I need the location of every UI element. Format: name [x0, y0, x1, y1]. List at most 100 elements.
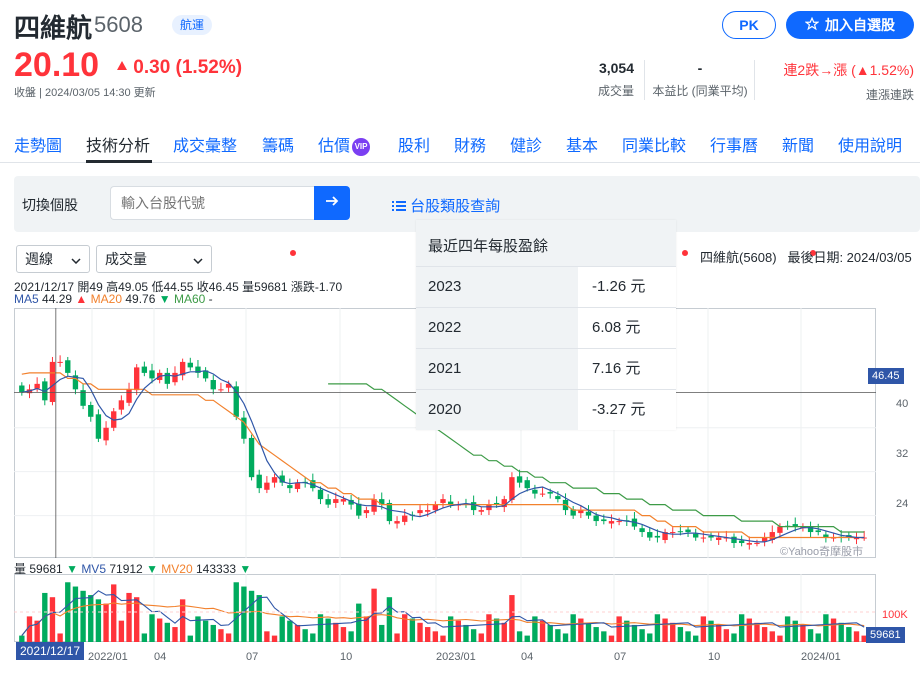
stock-search-input[interactable] [110, 186, 314, 220]
candle-body [88, 404, 94, 417]
add-watchlist-button[interactable]: 加入自選股 [786, 11, 914, 39]
pe-label: 本益比 (同業平均) [652, 84, 748, 98]
volume-bar [585, 622, 592, 642]
candle-body [601, 519, 607, 522]
watermark: ©Yahoo奇摩股市 [780, 546, 864, 558]
candle-body [547, 491, 553, 494]
triangle-down-icon: ▼ [158, 292, 171, 306]
volume-bar [432, 631, 439, 642]
volume-bar [287, 620, 293, 642]
ma-legend: MA5 44.29 ▲ MA20 49.76 ▼ MA60 - [14, 292, 213, 306]
volume-bar [156, 618, 163, 642]
indicator-select[interactable]: 成交量 [96, 245, 212, 273]
candle-body [248, 437, 255, 478]
tab-trades[interactable]: 成交彙整 [173, 132, 237, 156]
chart-meta: 四維航(5608) 最後日期: 2024/03/05 [700, 247, 912, 266]
volume-bar [838, 622, 844, 642]
candle-body [516, 476, 523, 483]
tab-technical[interactable]: 技術分析 [86, 132, 150, 156]
volume-bar [95, 599, 102, 642]
ma20-label: MA20 [90, 292, 122, 306]
tab-financial[interactable]: 財務 [454, 132, 486, 156]
candle-body [187, 362, 193, 368]
streak-value: 連2跌→漲 (▲1.52%) [783, 62, 914, 78]
volume-bar [218, 629, 224, 642]
tab-help[interactable]: 使用說明 [838, 132, 902, 156]
volume-bar [440, 635, 446, 642]
candle-body [317, 489, 324, 500]
volume-bar [693, 635, 699, 642]
volume-bar [202, 620, 209, 642]
eps-table: 最近四年每股盈餘 2023 -1.26 元 2022 6.08 元 2021 7… [416, 220, 676, 430]
eps-year: 2020 [416, 390, 578, 430]
volume-bar [662, 618, 668, 642]
x-tick-label: 10 [340, 651, 353, 663]
category-search-link[interactable]: 台股類股查詢 [392, 195, 500, 216]
tab-peers[interactable]: 同業比較 [622, 132, 686, 156]
volume-bar [539, 620, 546, 642]
candle-body [478, 510, 484, 512]
volume-bar [616, 616, 622, 642]
candle-body [134, 367, 140, 391]
table-row: 2021 7.16 元 [416, 348, 676, 389]
volume-bar [317, 614, 324, 642]
candle-body [685, 529, 691, 533]
volume-bar [425, 627, 431, 642]
pk-label: PK [739, 17, 759, 33]
tab-health[interactable]: 健診 [510, 132, 542, 156]
search-label: 切換個股 [22, 197, 78, 213]
volume-bar [210, 624, 216, 642]
tab-chips[interactable]: 籌碼 [262, 132, 294, 156]
volume-bar [42, 592, 48, 642]
volume-bar [807, 629, 814, 642]
candle-body [432, 504, 439, 511]
eps-year: 2023 [416, 267, 578, 307]
candle-body [141, 366, 148, 373]
volume-bar [88, 595, 94, 642]
ma60-value: - [208, 292, 213, 306]
volume-bar [455, 620, 461, 642]
volume-bar [555, 629, 561, 642]
x-tick-label: 10 [708, 651, 721, 663]
volume-bar [677, 627, 684, 642]
y-tick-label: 24 [896, 498, 909, 510]
tab-valuation[interactable]: 估價 VIP [318, 132, 371, 156]
ma20-value: 49.76 [125, 292, 156, 306]
volume-bar [409, 618, 416, 642]
candle-body [333, 499, 339, 503]
volume-bar [761, 627, 768, 642]
volume-bar [111, 584, 117, 642]
x-tick-label: 2022/01 [88, 651, 128, 663]
tab-dividend[interactable]: 股利 [398, 132, 430, 156]
volume-bar [294, 624, 301, 642]
table-row: 2020 -3.27 元 [416, 389, 676, 430]
search-submit-button[interactable] [314, 186, 350, 220]
tab-news[interactable]: 新聞 [782, 132, 814, 156]
volume-bar [784, 616, 791, 642]
chart-stock-label: 四維航(5608) [700, 250, 777, 265]
tab-calendar[interactable]: 行事曆 [710, 132, 758, 156]
candle-body [593, 515, 599, 522]
volume-bar [685, 631, 691, 642]
volume-bar [478, 633, 484, 642]
y-tick-label: 32 [896, 448, 909, 460]
tab-trend[interactable]: 走勢圖 [14, 132, 62, 156]
volume-label: 成交量 [597, 84, 634, 98]
candle-body [264, 482, 270, 490]
candle-body [777, 526, 783, 533]
tab-basic[interactable]: 基本 [566, 132, 598, 156]
volume-bar [501, 622, 507, 642]
candle-body [149, 370, 155, 379]
period-select[interactable]: 週線 [16, 245, 90, 273]
candle-body [394, 521, 400, 524]
category-badge[interactable]: 航運 [172, 15, 213, 35]
volume-bar [463, 624, 469, 642]
indicator-value: 成交量 [105, 251, 147, 267]
eps-year: 2022 [416, 308, 578, 348]
list-icon [392, 198, 410, 215]
volume-bar [516, 631, 523, 642]
pk-button[interactable]: PK [722, 11, 776, 39]
volume-bar [103, 603, 109, 642]
volume-bar [853, 631, 860, 642]
volume-chart[interactable] [14, 574, 876, 642]
